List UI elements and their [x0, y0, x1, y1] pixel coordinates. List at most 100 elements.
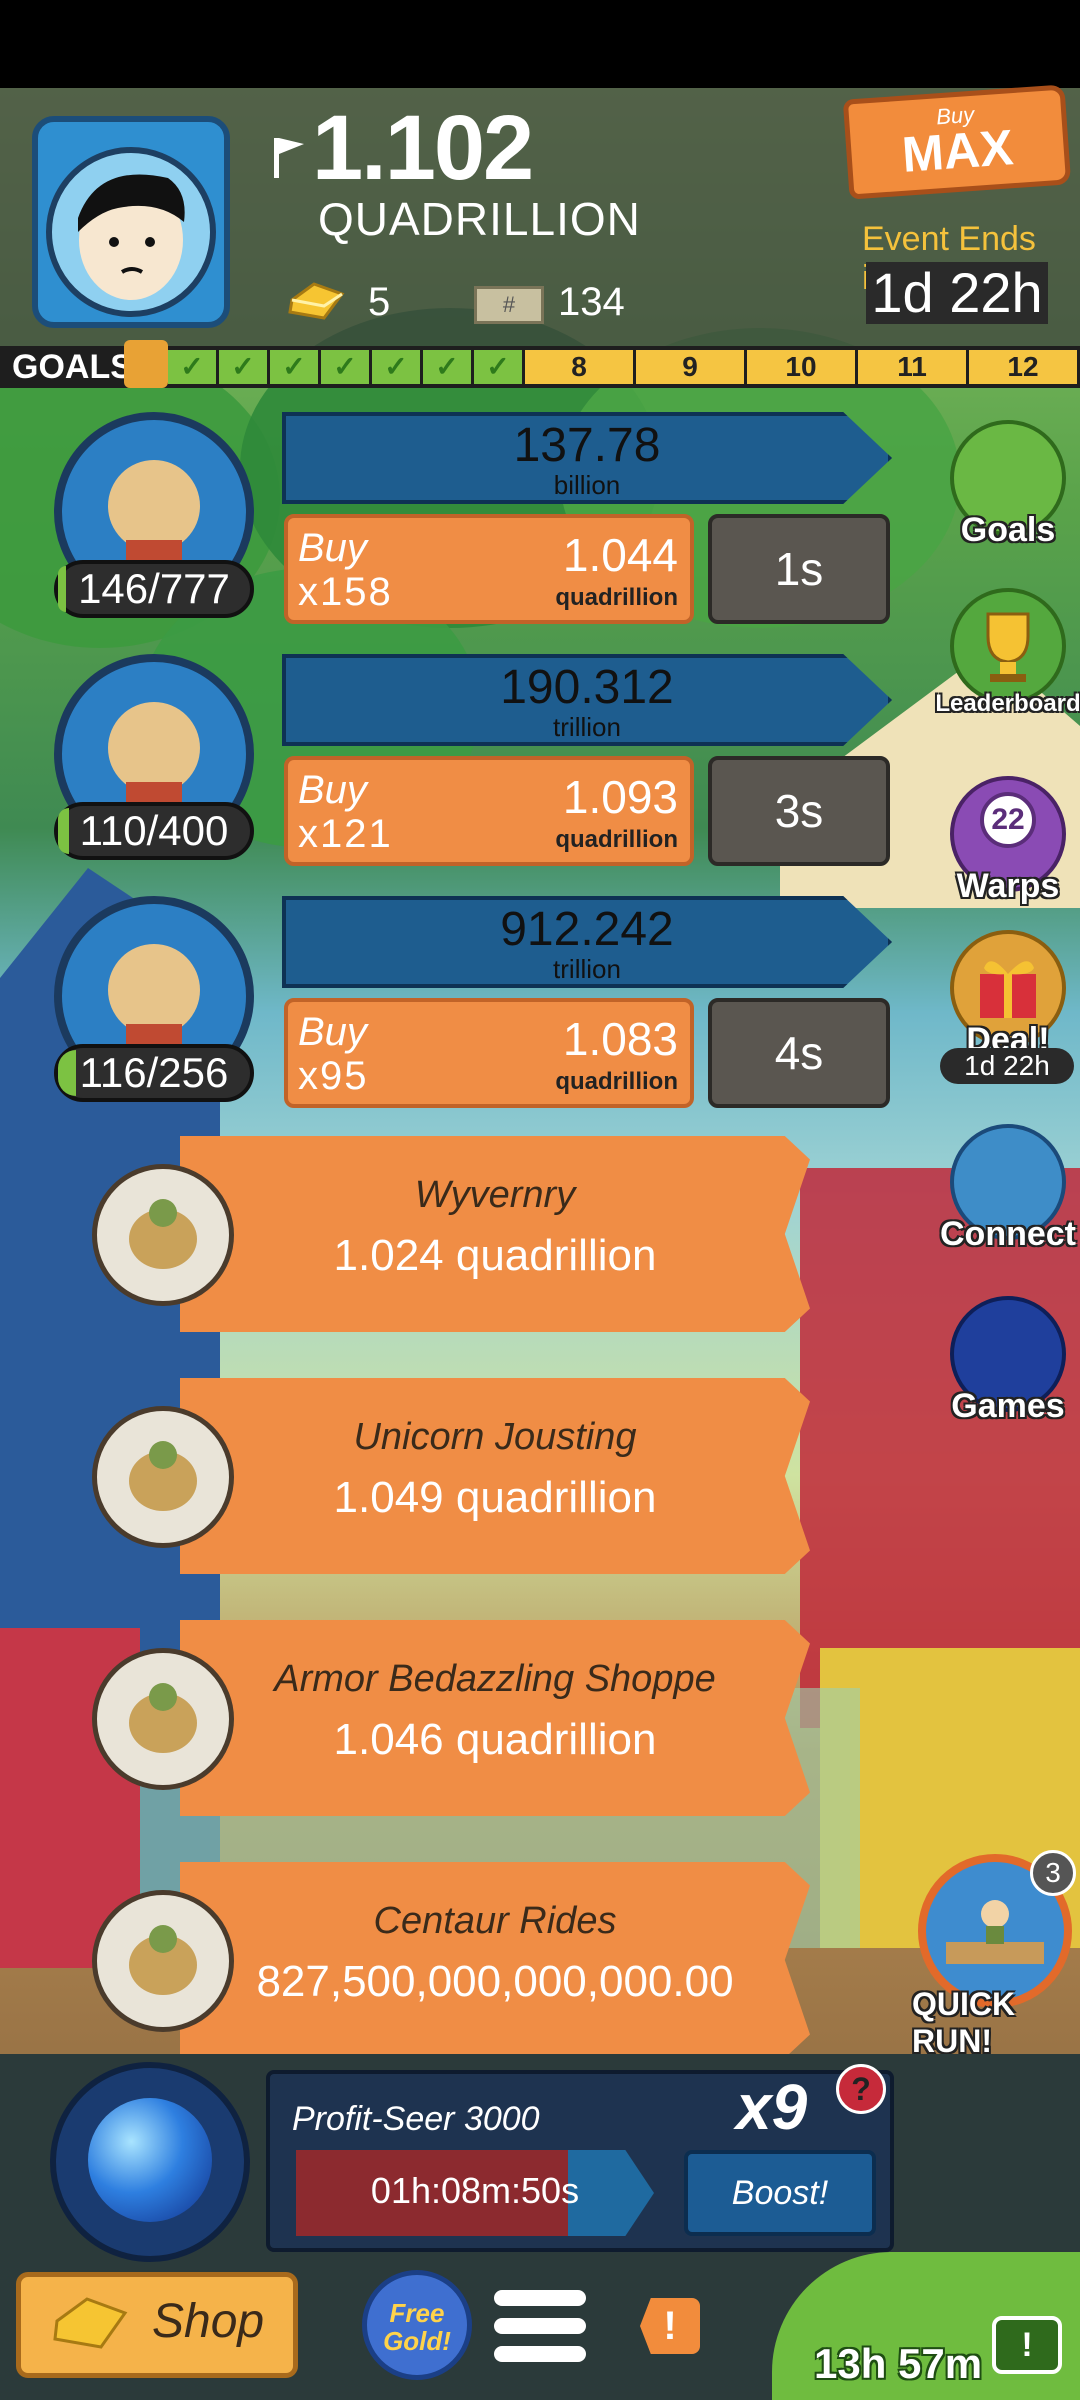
player-avatar[interactable]	[32, 116, 230, 328]
megabucks-icon: #	[474, 286, 544, 324]
connect-label: Connect	[940, 1215, 1076, 1253]
locked-business-banner[interactable]: Unicorn Jousting 1.049 quadrillion	[180, 1378, 810, 1574]
goal-completed-checkmark: ✓	[423, 350, 474, 384]
business-progress-fill	[58, 808, 69, 854]
wyvern-icon	[92, 1164, 234, 1306]
business-timer: 1s	[708, 514, 890, 624]
business-owned-count: 116/256	[54, 1044, 254, 1102]
gold-icon	[288, 282, 345, 320]
buy-button[interactable]: Buy x158 1.044 quadrillion	[284, 514, 694, 624]
cash-unit: QUADRILLION	[318, 193, 641, 245]
buy-button[interactable]: Buy x95 1.083 quadrillion	[284, 998, 694, 1108]
goals-menu-button[interactable]: Goals	[944, 420, 1072, 549]
armor-icon	[92, 1648, 234, 1790]
locked-business-name: Wyvernry	[414, 1174, 576, 1216]
goal-reward-icon	[124, 340, 168, 388]
goals-label: GOALS	[12, 348, 133, 386]
business-owned-count: 110/400	[54, 802, 254, 860]
gold-count: 5	[368, 280, 391, 324]
goal-number: 11	[858, 350, 969, 384]
player-portrait-icon	[46, 147, 216, 317]
profit-seer-timer: 01h:08m:50s	[370, 2170, 580, 2211]
goal-completed-checkmark: ✓	[270, 350, 321, 384]
profit-seer-multiplier: x9	[736, 2071, 808, 2143]
business-progress-fill	[58, 566, 66, 612]
free-gold-button[interactable]: Free Gold!	[362, 2270, 472, 2380]
goal-completed-checkmark: ✓	[372, 350, 423, 384]
flag-icon	[274, 138, 304, 178]
alert-button[interactable]: !	[640, 2298, 700, 2354]
games-button[interactable]: Games	[944, 1296, 1072, 1425]
goal-completed-checkmark: ✓	[219, 350, 270, 384]
buy-cost-unit: quadrillion	[555, 584, 678, 611]
hamburger-menu-icon[interactable]	[494, 2290, 586, 2362]
locked-business-banner[interactable]: Centaur Rides 827,500,000,000,000.00	[180, 1862, 810, 2058]
goals-menu-label: Goals	[960, 511, 1056, 549]
business-owned-count: 146/777	[54, 560, 254, 618]
trophy-icon	[950, 588, 1066, 704]
help-button[interactable]: ?	[836, 2064, 886, 2114]
business-timer: 3s	[708, 756, 890, 866]
revenue-bar[interactable]: 190.312 trillion	[282, 654, 892, 746]
locked-business-price: 1.049 quadrillion	[333, 1473, 657, 1522]
event-timer: 1d 22h	[866, 262, 1048, 324]
profit-seer-name: Profit-Seer 3000	[292, 2100, 540, 2138]
locked-business-price: 1.024 quadrillion	[333, 1231, 657, 1280]
locked-business-name: Armor Bedazzling Shoppe	[274, 1658, 716, 1700]
quick-run-label: QUICK RUN!	[912, 1986, 1016, 2059]
locked-business-price: 827,500,000,000,000.00	[256, 1957, 734, 2006]
buy-cost: 1.093	[562, 771, 678, 823]
shop-label: Shop	[152, 2295, 265, 2348]
cash-amount: 1.102	[312, 97, 534, 199]
buy-label: Buy	[298, 526, 367, 570]
leaderboard-button[interactable]: Leaderboard	[935, 588, 1080, 717]
buy-quantity: x95	[298, 1054, 369, 1098]
goal-completed-checkmark: ✓	[474, 350, 525, 384]
revenue-unit: trillion	[553, 954, 621, 984]
buy-cost-unit: quadrillion	[555, 1068, 678, 1095]
revenue-value: 190.312	[500, 661, 674, 714]
buy-button[interactable]: Buy x121 1.093 quadrillion	[284, 756, 694, 866]
goal-number: 9	[636, 350, 747, 384]
games-label: Games	[951, 1387, 1065, 1425]
goal-completed-checkmark: ✓	[321, 350, 372, 384]
warps-count-badge: 22	[980, 792, 1036, 848]
deal-timer: 1d 22h	[940, 1048, 1074, 1084]
buy-label: Buy	[298, 768, 367, 812]
crystal-ball-icon	[88, 2098, 212, 2222]
boost-button[interactable]: Boost!	[684, 2150, 876, 2236]
revenue-unit: trillion	[553, 712, 621, 742]
buy-cost: 1.083	[562, 1013, 678, 1065]
locked-business-name: Unicorn Jousting	[353, 1416, 637, 1458]
connect-button[interactable]: Connect	[940, 1124, 1076, 1253]
buy-cost-unit: quadrillion	[555, 826, 678, 853]
goal-completed-checkmark: ✓	[168, 350, 219, 384]
quick-run-count-badge: 3	[1030, 1850, 1076, 1896]
tv-ad-timer: 13h 57m	[814, 2340, 983, 2387]
buy-cost: 1.044	[562, 529, 678, 581]
locked-business-banner[interactable]: Wyvernry 1.024 quadrillion	[180, 1136, 810, 1332]
tv-icon: !	[992, 2316, 1062, 2374]
warps-label: Warps	[956, 867, 1060, 905]
buy-max-button[interactable]: Buy MAX	[842, 84, 1072, 200]
buy-quantity: x121	[298, 812, 393, 856]
revenue-bar[interactable]: 912.242 trillion	[282, 896, 892, 988]
goal-number: 10	[747, 350, 858, 384]
goal-number: 8	[525, 350, 636, 384]
locked-business-name: Centaur Rides	[373, 1900, 617, 1942]
revenue-bar[interactable]: 137.78 billion	[282, 412, 892, 504]
gold-bar-icon	[53, 2297, 128, 2349]
centaur-icon	[92, 1890, 234, 2032]
locked-business-price: 1.046 quadrillion	[333, 1715, 657, 1764]
deal-button[interactable]: Deal!	[944, 930, 1072, 1059]
leaderboard-label: Leaderboard	[935, 690, 1080, 717]
locked-business-banner[interactable]: Armor Bedazzling Shoppe 1.046 quadrillion	[180, 1620, 810, 1816]
revenue-unit: billion	[553, 470, 621, 500]
business-timer: 4s	[708, 998, 890, 1108]
revenue-value: 912.242	[500, 903, 674, 956]
unicorn-icon	[92, 1406, 234, 1548]
buy-label: Buy	[298, 1010, 367, 1054]
goal-number: 12	[969, 350, 1080, 384]
megabucks-count: 134	[558, 280, 625, 324]
buy-quantity: x158	[298, 570, 393, 614]
